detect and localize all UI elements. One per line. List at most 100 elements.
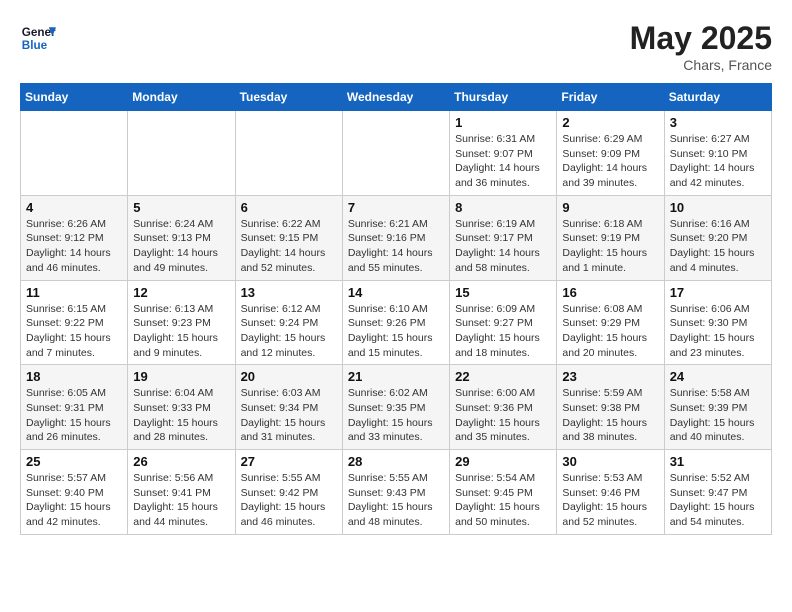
day-info: Sunrise: 5:58 AM Sunset: 9:39 PM Dayligh… xyxy=(670,386,766,445)
day-number: 16 xyxy=(562,285,658,300)
day-info: Sunrise: 5:55 AM Sunset: 9:42 PM Dayligh… xyxy=(241,471,337,530)
page-header: General Blue May 2025 Chars, France xyxy=(20,20,772,73)
calendar-cell: 27 Sunrise: 5:55 AM Sunset: 9:42 PM Dayli… xyxy=(235,450,342,535)
day-number: 30 xyxy=(562,454,658,469)
day-number: 17 xyxy=(670,285,766,300)
day-number: 27 xyxy=(241,454,337,469)
calendar-cell: 2 Sunrise: 6:29 AM Sunset: 9:09 PM Daylig… xyxy=(557,111,664,196)
calendar-week-row: 18 Sunrise: 6:05 AM Sunset: 9:31 PM Dayli… xyxy=(21,365,772,450)
day-info: Sunrise: 5:55 AM Sunset: 9:43 PM Dayligh… xyxy=(348,471,444,530)
day-info: Sunrise: 6:02 AM Sunset: 9:35 PM Dayligh… xyxy=(348,386,444,445)
weekday-header: Sunday xyxy=(21,84,128,111)
calendar-cell: 26Sunrise: 5:56 AM Sunset: 9:41 PM Dayli… xyxy=(128,450,235,535)
day-number: 2 xyxy=(562,115,658,130)
day-number: 22 xyxy=(455,369,551,384)
day-info: Sunrise: 6:21 AM Sunset: 9:16 PM Dayligh… xyxy=(348,217,444,276)
day-number: 9 xyxy=(562,200,658,215)
calendar-cell: 7 Sunrise: 6:21 AM Sunset: 9:16 PM Daylig… xyxy=(342,195,449,280)
day-info: Sunrise: 6:09 AM Sunset: 9:27 PM Dayligh… xyxy=(455,302,551,361)
day-number: 5 xyxy=(133,200,229,215)
day-info: Sunrise: 5:52 AM Sunset: 9:47 PM Dayligh… xyxy=(670,471,766,530)
day-number: 10 xyxy=(670,200,766,215)
weekday-header-row: SundayMondayTuesdayWednesdayThursdayFrid… xyxy=(21,84,772,111)
calendar-cell: 28Sunrise: 5:55 AM Sunset: 9:43 PM Dayli… xyxy=(342,450,449,535)
day-info: Sunrise: 6:15 AM Sunset: 9:22 PM Dayligh… xyxy=(26,302,122,361)
calendar-cell: 15 Sunrise: 6:09 AM Sunset: 9:27 PM Dayli… xyxy=(450,280,557,365)
weekday-header: Thursday xyxy=(450,84,557,111)
calendar-cell xyxy=(21,111,128,196)
day-info: Sunrise: 6:05 AM Sunset: 9:31 PM Dayligh… xyxy=(26,386,122,445)
day-info: Sunrise: 6:29 AM Sunset: 9:09 PM Dayligh… xyxy=(562,132,658,191)
day-number: 4 xyxy=(26,200,122,215)
weekday-header: Saturday xyxy=(664,84,771,111)
day-number: 18 xyxy=(26,369,122,384)
calendar-week-row: 4Sunrise: 6:26 AM Sunset: 9:12 PM Daylig… xyxy=(21,195,772,280)
calendar-cell: 9 Sunrise: 6:18 AM Sunset: 9:19 PM Daylig… xyxy=(557,195,664,280)
day-number: 26 xyxy=(133,454,229,469)
day-info: Sunrise: 6:16 AM Sunset: 9:20 PM Dayligh… xyxy=(670,217,766,276)
day-info: Sunrise: 6:08 AM Sunset: 9:29 PM Dayligh… xyxy=(562,302,658,361)
calendar-week-row: 25Sunrise: 5:57 AM Sunset: 9:40 PM Dayli… xyxy=(21,450,772,535)
calendar-cell: 23 Sunrise: 5:59 AM Sunset: 9:38 PM Dayli… xyxy=(557,365,664,450)
day-number: 6 xyxy=(241,200,337,215)
logo-icon: General Blue xyxy=(20,20,56,56)
day-number: 31 xyxy=(670,454,766,469)
weekday-header: Wednesday xyxy=(342,84,449,111)
calendar-cell: 31 Sunrise: 5:52 AM Sunset: 9:47 PM Dayli… xyxy=(664,450,771,535)
day-info: Sunrise: 6:04 AM Sunset: 9:33 PM Dayligh… xyxy=(133,386,229,445)
calendar-body: 1 Sunrise: 6:31 AM Sunset: 9:07 PM Daylig… xyxy=(21,111,772,535)
calendar-cell: 24Sunrise: 5:58 AM Sunset: 9:39 PM Dayli… xyxy=(664,365,771,450)
calendar-cell: 21 Sunrise: 6:02 AM Sunset: 9:35 PM Dayli… xyxy=(342,365,449,450)
day-number: 1 xyxy=(455,115,551,130)
title-block: May 2025 Chars, France xyxy=(630,20,772,73)
calendar-cell: 22 Sunrise: 6:00 AM Sunset: 9:36 PM Dayli… xyxy=(450,365,557,450)
calendar-cell: 29 Sunrise: 5:54 AM Sunset: 9:45 PM Dayli… xyxy=(450,450,557,535)
calendar-cell: 19 Sunrise: 6:04 AM Sunset: 9:33 PM Dayli… xyxy=(128,365,235,450)
day-info: Sunrise: 5:59 AM Sunset: 9:38 PM Dayligh… xyxy=(562,386,658,445)
calendar-cell: 10 Sunrise: 6:16 AM Sunset: 9:20 PM Dayli… xyxy=(664,195,771,280)
weekday-header: Monday xyxy=(128,84,235,111)
day-number: 20 xyxy=(241,369,337,384)
day-number: 11 xyxy=(26,285,122,300)
day-info: Sunrise: 6:10 AM Sunset: 9:26 PM Dayligh… xyxy=(348,302,444,361)
calendar-cell xyxy=(235,111,342,196)
day-number: 13 xyxy=(241,285,337,300)
day-info: Sunrise: 6:12 AM Sunset: 9:24 PM Dayligh… xyxy=(241,302,337,361)
calendar-cell: 1 Sunrise: 6:31 AM Sunset: 9:07 PM Daylig… xyxy=(450,111,557,196)
day-info: Sunrise: 6:03 AM Sunset: 9:34 PM Dayligh… xyxy=(241,386,337,445)
calendar-cell: 16 Sunrise: 6:08 AM Sunset: 9:29 PM Dayli… xyxy=(557,280,664,365)
calendar-cell: 11 Sunrise: 6:15 AM Sunset: 9:22 PM Dayli… xyxy=(21,280,128,365)
day-info: Sunrise: 6:19 AM Sunset: 9:17 PM Dayligh… xyxy=(455,217,551,276)
calendar-cell: 25Sunrise: 5:57 AM Sunset: 9:40 PM Dayli… xyxy=(21,450,128,535)
day-info: Sunrise: 6:22 AM Sunset: 9:15 PM Dayligh… xyxy=(241,217,337,276)
calendar-cell: 17 Sunrise: 6:06 AM Sunset: 9:30 PM Dayli… xyxy=(664,280,771,365)
calendar-cell xyxy=(342,111,449,196)
day-info: Sunrise: 6:27 AM Sunset: 9:10 PM Dayligh… xyxy=(670,132,766,191)
day-number: 14 xyxy=(348,285,444,300)
day-info: Sunrise: 6:00 AM Sunset: 9:36 PM Dayligh… xyxy=(455,386,551,445)
calendar-cell: 18 Sunrise: 6:05 AM Sunset: 9:31 PM Dayli… xyxy=(21,365,128,450)
day-info: Sunrise: 6:31 AM Sunset: 9:07 PM Dayligh… xyxy=(455,132,551,191)
calendar-header: SundayMondayTuesdayWednesdayThursdayFrid… xyxy=(21,84,772,111)
day-number: 23 xyxy=(562,369,658,384)
day-number: 7 xyxy=(348,200,444,215)
weekday-header: Tuesday xyxy=(235,84,342,111)
calendar-cell: 13 Sunrise: 6:12 AM Sunset: 9:24 PM Dayli… xyxy=(235,280,342,365)
day-info: Sunrise: 6:06 AM Sunset: 9:30 PM Dayligh… xyxy=(670,302,766,361)
calendar-cell: 20 Sunrise: 6:03 AM Sunset: 9:34 PM Dayli… xyxy=(235,365,342,450)
day-number: 3 xyxy=(670,115,766,130)
day-info: Sunrise: 5:53 AM Sunset: 9:46 PM Dayligh… xyxy=(562,471,658,530)
day-info: Sunrise: 6:13 AM Sunset: 9:23 PM Dayligh… xyxy=(133,302,229,361)
day-info: Sunrise: 6:18 AM Sunset: 9:19 PM Dayligh… xyxy=(562,217,658,276)
day-info: Sunrise: 5:54 AM Sunset: 9:45 PM Dayligh… xyxy=(455,471,551,530)
day-number: 15 xyxy=(455,285,551,300)
month-year: May 2025 xyxy=(630,20,772,57)
calendar-cell: 30 Sunrise: 5:53 AM Sunset: 9:46 PM Dayli… xyxy=(557,450,664,535)
day-number: 12 xyxy=(133,285,229,300)
day-number: 19 xyxy=(133,369,229,384)
day-info: Sunrise: 6:24 AM Sunset: 9:13 PM Dayligh… xyxy=(133,217,229,276)
calendar-cell: 4Sunrise: 6:26 AM Sunset: 9:12 PM Daylig… xyxy=(21,195,128,280)
day-number: 29 xyxy=(455,454,551,469)
day-number: 21 xyxy=(348,369,444,384)
calendar-cell: 14 Sunrise: 6:10 AM Sunset: 9:26 PM Dayli… xyxy=(342,280,449,365)
